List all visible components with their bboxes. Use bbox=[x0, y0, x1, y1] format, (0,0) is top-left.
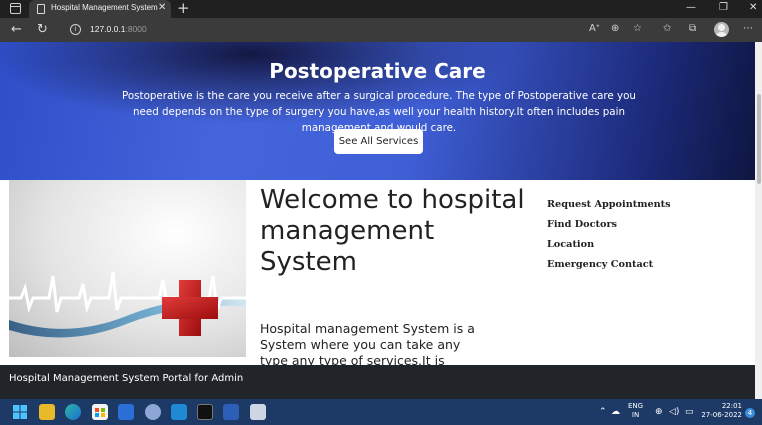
tab-strip: Hospital Management System ✕ + — ❐ ✕ bbox=[0, 0, 762, 18]
link-emergency-contact[interactable]: Emergency Contact bbox=[547, 259, 671, 271]
more-options-icon[interactable]: ⋯ bbox=[743, 23, 753, 35]
edge-browser-icon[interactable] bbox=[65, 404, 81, 420]
notification-badge[interactable]: 4 bbox=[745, 408, 755, 418]
url-text: 127.0.0.1:8000 bbox=[90, 24, 147, 34]
clock[interactable]: 22:01 27-06-2022 bbox=[700, 402, 742, 420]
footer-text: Hospital Management System Portal for Ad… bbox=[9, 373, 244, 384]
new-tab-icon[interactable]: + bbox=[177, 0, 190, 17]
page-icon bbox=[37, 4, 45, 14]
hero-title: Postoperative Care bbox=[269, 59, 486, 83]
read-aloud-icon[interactable]: Aᐩ bbox=[589, 23, 600, 35]
welcome-description: Hospital management System is a System w… bbox=[260, 321, 475, 365]
terminal-icon[interactable] bbox=[197, 404, 213, 420]
url-host: 127.0.0.1 bbox=[90, 24, 126, 34]
minimize-icon[interactable]: — bbox=[686, 2, 696, 14]
profile-avatar[interactable] bbox=[714, 22, 729, 37]
clock-date: 27-06-2022 bbox=[701, 411, 742, 419]
store-icon[interactable] bbox=[92, 404, 108, 420]
vscode-icon[interactable] bbox=[171, 404, 187, 420]
tab-title: Hospital Management System bbox=[51, 3, 158, 12]
close-window-icon[interactable]: ✕ bbox=[749, 2, 757, 14]
region-code: IN bbox=[631, 411, 640, 419]
maximize-icon[interactable]: ❐ bbox=[719, 2, 728, 14]
battery-icon[interactable]: ▭ bbox=[685, 407, 694, 417]
network-icon[interactable]: ⊕ bbox=[655, 407, 663, 417]
link-find-doctors[interactable]: Find Doctors bbox=[547, 219, 671, 231]
page-viewport: Postoperative Care Postoperative is the … bbox=[0, 42, 762, 399]
start-icon[interactable] bbox=[12, 404, 28, 420]
address-input[interactable]: i 127.0.0.1:8000 bbox=[60, 21, 660, 39]
r-app-icon[interactable] bbox=[145, 404, 161, 420]
taskbar: ⌃ ☁ ENG IN ⊕ ◁) ▭ 22:01 27-06-2022 4 bbox=[0, 399, 762, 425]
scrollbar-thumb[interactable] bbox=[757, 94, 761, 184]
see-all-services-button[interactable]: See All Services bbox=[334, 129, 423, 154]
close-tab-icon[interactable]: ✕ bbox=[158, 2, 166, 14]
quick-links: Request Appointments Find Doctors Locati… bbox=[547, 199, 671, 279]
tab-actions-icon[interactable] bbox=[10, 3, 21, 14]
medical-cross-illustration bbox=[9, 271, 246, 338]
link-location[interactable]: Location bbox=[547, 239, 671, 251]
url-port: :8000 bbox=[125, 24, 147, 34]
address-toolbar: ← ↻ i 127.0.0.1:8000 Aᐩ ⊕ ☆ ✩ ⧉ ⋯ bbox=[0, 18, 762, 42]
collections-icon[interactable]: ⧉ bbox=[689, 23, 696, 35]
medical-cross-image bbox=[9, 180, 246, 357]
link-request-appointments[interactable]: Request Appointments bbox=[547, 199, 671, 211]
language-code: ENG bbox=[628, 402, 644, 410]
add-favorite-icon[interactable]: ☆ bbox=[633, 23, 642, 35]
snipping-tool-icon[interactable] bbox=[250, 404, 266, 420]
hero-banner: Postoperative Care Postoperative is the … bbox=[0, 42, 755, 180]
weather-icon[interactable]: ☁ bbox=[611, 407, 620, 417]
page-scrollbar[interactable] bbox=[755, 42, 762, 399]
favorites-icon[interactable]: ✩ bbox=[663, 23, 671, 35]
zoom-icon[interactable]: ⊕ bbox=[611, 23, 619, 35]
footer: Hospital Management System Portal for Ad… bbox=[0, 365, 755, 399]
file-explorer-icon[interactable] bbox=[39, 404, 55, 420]
back-icon[interactable]: ← bbox=[11, 22, 22, 37]
mail-app-icon[interactable] bbox=[118, 404, 134, 420]
info-icon[interactable]: i bbox=[70, 24, 81, 35]
word-icon[interactable] bbox=[223, 404, 239, 420]
tab-hospital-management[interactable]: Hospital Management System ✕ bbox=[29, 0, 171, 18]
refresh-icon[interactable]: ↻ bbox=[37, 22, 48, 37]
show-hidden-icons-icon[interactable]: ⌃ bbox=[599, 407, 607, 417]
welcome-title: Welcome to hospital management System bbox=[260, 185, 525, 277]
clock-time: 22:01 bbox=[721, 402, 742, 410]
language-indicator[interactable]: ENG IN bbox=[628, 402, 643, 420]
volume-icon[interactable]: ◁) bbox=[669, 407, 679, 417]
